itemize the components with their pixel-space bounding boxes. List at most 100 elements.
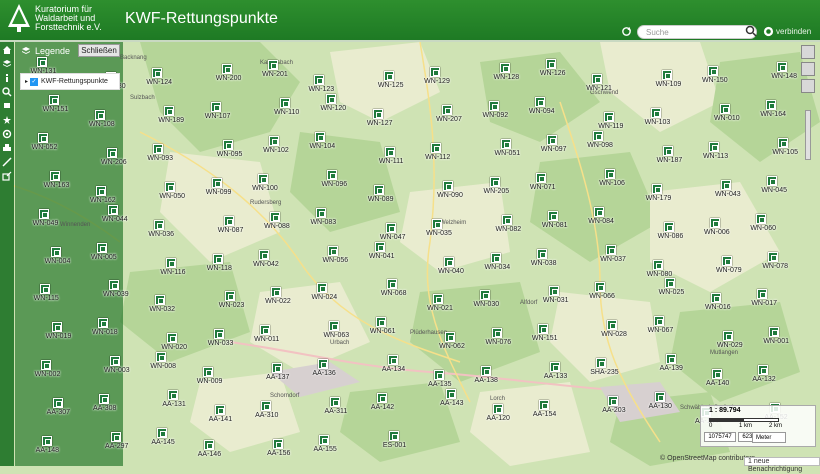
rescue-point-marker[interactable] [40,359,51,370]
rescue-point-marker[interactable] [203,440,214,450]
rescue-point-marker[interactable] [709,217,720,228]
rescue-point-marker[interactable] [214,404,225,415]
rescue-point-marker[interactable] [547,210,558,221]
coord-x-field[interactable]: 1075747 [704,432,736,442]
rescue-point-marker[interactable] [501,214,512,225]
rescue-point-marker[interactable] [223,215,234,226]
rescue-point-marker[interactable] [593,131,604,142]
rescue-point-marker[interactable] [52,397,63,408]
rescue-point-marker[interactable] [388,430,399,441]
rescue-point-marker[interactable] [51,322,62,333]
rescue-point-marker[interactable] [756,213,767,224]
rescue-point-marker[interactable] [261,400,272,411]
rescue-point-marker[interactable] [97,242,108,253]
rescue-point-marker[interactable] [662,146,673,157]
rescue-point-marker[interactable] [595,282,606,293]
connect-label[interactable]: verbinden [776,27,811,36]
layer-checkbox[interactable]: ✓ [30,77,39,86]
rescue-point-marker[interactable] [387,354,398,365]
rescue-point-marker[interactable] [488,101,499,112]
rescue-point-marker[interactable] [157,427,168,438]
rescue-point-marker[interactable] [224,291,235,302]
rescue-point-marker[interactable] [155,295,166,306]
rescue-point-marker[interactable] [757,289,768,300]
rescue-point-marker[interactable] [153,144,164,155]
rescue-point-marker[interactable] [592,74,603,85]
rescue-point-marker[interactable] [318,358,329,369]
expand-arrow-icon[interactable]: ▸ [25,78,28,85]
layer-item-rettungspunkte[interactable]: ▸ ✓ KWF-Rettungspunkte [20,73,120,90]
rescue-point-marker[interactable] [606,244,617,255]
rescue-point-marker[interactable] [653,316,664,327]
rescue-point-marker[interactable] [538,399,549,410]
map-canvas[interactable] [0,42,820,466]
rescue-point-marker[interactable] [167,333,178,344]
rescue-point-marker[interactable] [650,108,661,119]
rescue-point-marker[interactable] [314,75,325,86]
rescue-point-marker[interactable] [372,109,383,120]
search-input[interactable]: Suche [637,25,757,39]
rescue-point-marker[interactable] [720,179,731,190]
rescue-point-marker[interactable] [165,181,176,192]
rescue-point-marker[interactable] [260,325,271,336]
rescue-point-marker[interactable] [49,170,60,181]
rescue-point-marker[interactable] [480,365,491,376]
rescue-point-marker[interactable] [212,253,223,264]
rescue-point-marker[interactable] [109,280,120,291]
rescue-point-marker[interactable] [661,70,672,81]
rescue-point-marker[interactable] [376,392,387,403]
rescue-point-marker[interactable] [490,252,501,263]
rescue-point-marker[interactable] [499,63,510,74]
rescue-point-marker[interactable] [708,142,719,153]
rescue-point-marker[interactable] [758,364,769,375]
rescue-point-marker[interactable] [719,104,730,115]
rescue-point-marker[interactable] [384,147,395,158]
rescue-point-marker[interactable] [665,353,676,364]
rescue-point-marker[interactable] [327,169,338,180]
link-icon[interactable] [763,26,774,37]
rescue-point-marker[interactable] [386,279,397,290]
home-icon[interactable] [2,45,12,55]
rescue-point-marker[interactable] [164,106,175,117]
rescue-point-marker[interactable] [259,249,270,260]
rescue-point-marker[interactable] [594,206,605,217]
notification-bar[interactable]: 1 neue Benachrichtigung [744,457,820,473]
rescue-point-marker[interactable] [385,222,396,233]
rescue-point-marker[interactable] [210,102,221,113]
rescue-point-marker[interactable] [50,246,61,257]
rescue-point-marker[interactable] [330,396,341,407]
rescue-point-marker[interactable] [383,71,394,82]
rescue-point-marker[interactable] [432,218,443,229]
rescue-point-marker[interactable] [535,172,546,183]
rescue-point-marker[interactable] [328,245,339,256]
rescue-point-marker[interactable] [280,98,291,109]
rescue-point-marker[interactable] [96,185,107,196]
rescue-point-marker[interactable] [270,211,281,222]
rescue-point-marker[interactable] [221,64,232,75]
rescue-point-marker[interactable] [711,368,722,379]
refresh-icon[interactable] [621,26,632,37]
rescue-point-marker[interactable] [722,331,733,342]
rescue-point-marker[interactable] [442,105,453,116]
location-icon[interactable] [2,129,12,139]
rescue-point-marker[interactable] [769,327,780,338]
rescue-point-marker[interactable] [202,366,213,377]
rescue-point-marker[interactable] [768,251,779,262]
rescue-point-marker[interactable] [654,391,665,402]
rescue-point-marker[interactable] [778,138,789,149]
rescue-point-marker[interactable] [489,176,500,187]
rescue-point-marker[interactable] [596,357,607,368]
rescue-point-marker[interactable] [271,287,282,298]
rescue-point-marker[interactable] [444,256,455,267]
rescue-point-marker[interactable] [375,317,386,328]
rescue-point-marker[interactable] [433,294,444,305]
search-icon[interactable] [745,25,757,37]
rescue-point-marker[interactable] [319,434,330,445]
rescue-point-marker[interactable] [315,132,326,143]
rescue-point-marker[interactable] [107,148,118,159]
rescue-point-marker[interactable] [48,95,59,106]
unit-select[interactable]: Meter [752,432,786,443]
rescue-point-marker[interactable] [548,286,559,297]
rescue-point-marker[interactable] [373,184,384,195]
rescue-point-marker[interactable] [222,140,233,151]
